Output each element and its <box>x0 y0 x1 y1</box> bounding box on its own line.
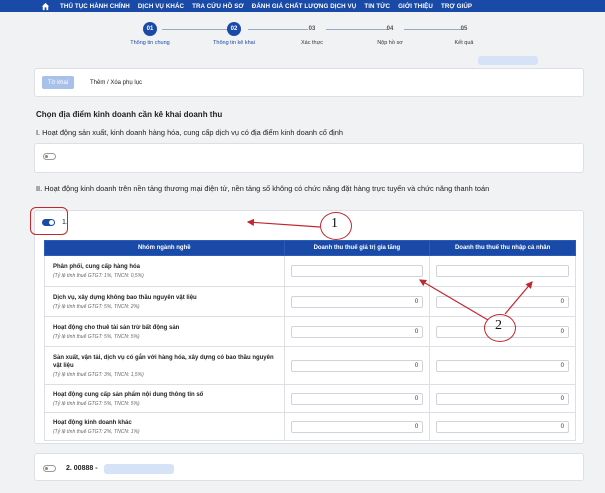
arrow-1 <box>246 218 321 228</box>
annotation-arrows <box>246 218 533 321</box>
arrow-2b <box>504 281 533 315</box>
arrow-2a <box>418 279 489 321</box>
